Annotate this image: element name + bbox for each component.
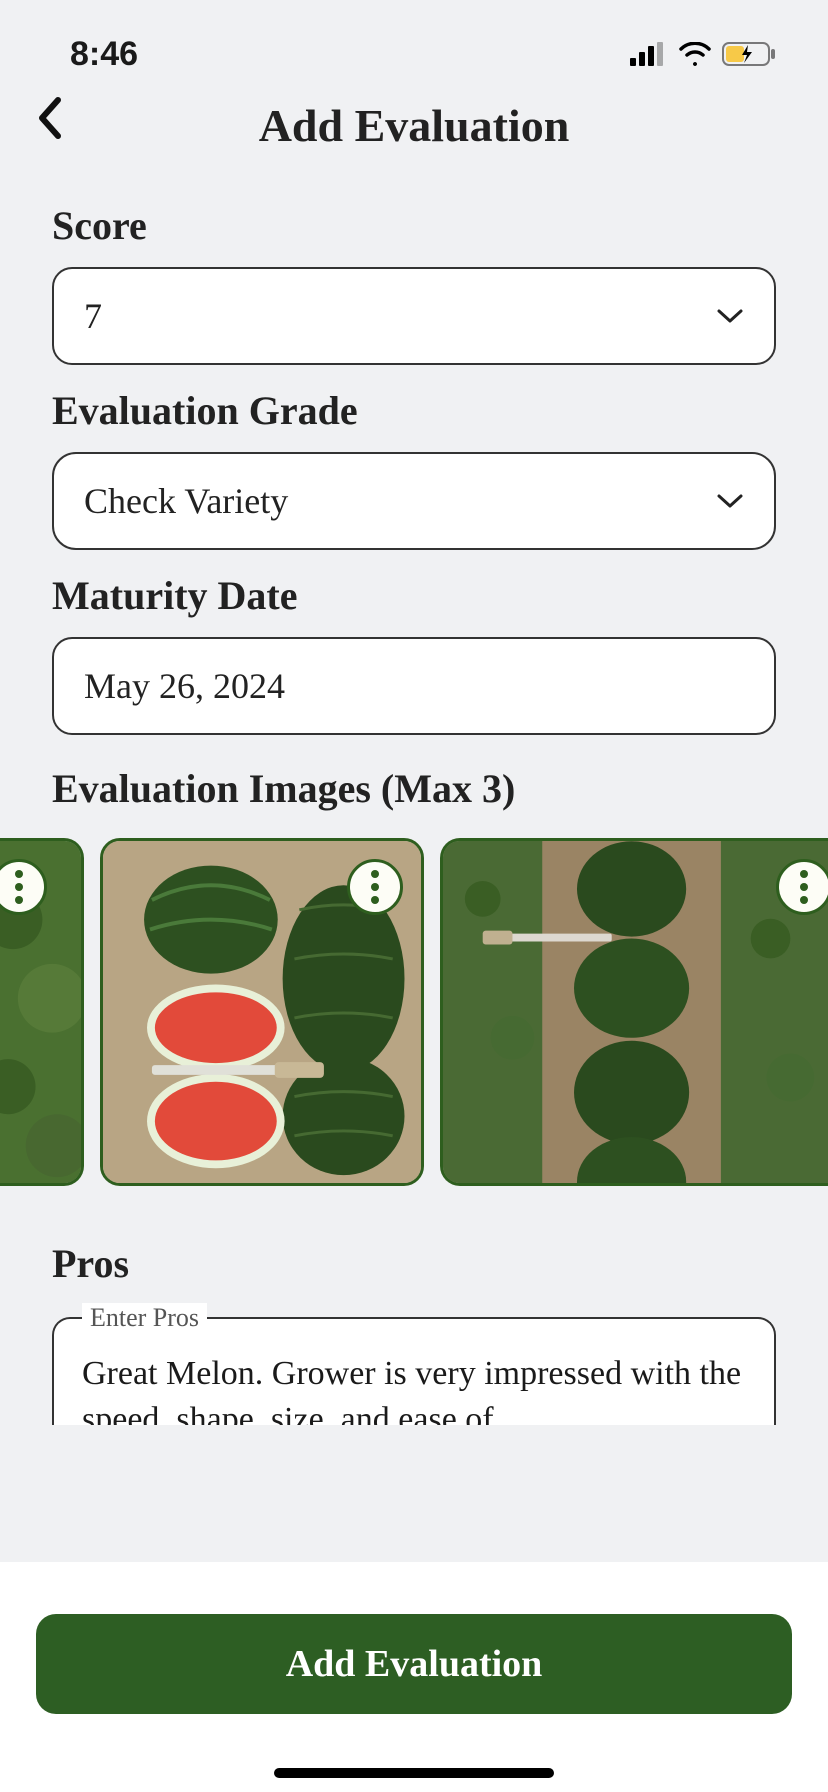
- bottom-bar: Add Evaluation: [0, 1562, 828, 1792]
- score-value: 7: [84, 295, 102, 337]
- status-bar: 8:46: [0, 0, 828, 90]
- maturity-date-input[interactable]: May 26, 2024: [52, 637, 776, 735]
- watermelon-row-thumbnail: [443, 841, 828, 1183]
- status-indicators: [630, 41, 778, 67]
- chevron-down-icon: [716, 492, 744, 510]
- pros-legend: Enter Pros: [82, 1303, 207, 1333]
- cellular-icon: [630, 42, 668, 66]
- battery-charging-icon: [722, 41, 778, 67]
- image-options-button[interactable]: [776, 859, 828, 915]
- grade-value: Check Variety: [84, 480, 288, 522]
- wifi-icon: [678, 42, 712, 66]
- page-title: Add Evaluation: [30, 99, 798, 152]
- image-strip[interactable]: [0, 838, 828, 1190]
- evaluation-image[interactable]: [0, 838, 84, 1186]
- pros-value: Great Melon. Grower is very impressed wi…: [82, 1351, 746, 1425]
- images-label: Evaluation Images (Max 3): [52, 765, 776, 812]
- pros-input[interactable]: Enter Pros Great Melon. Grower is very i…: [52, 1303, 776, 1425]
- grade-select[interactable]: Check Variety: [52, 452, 776, 550]
- add-evaluation-button[interactable]: Add Evaluation: [36, 1614, 792, 1714]
- grade-label: Evaluation Grade: [52, 387, 776, 434]
- image-options-button[interactable]: [347, 859, 403, 915]
- chevron-down-icon: [716, 307, 744, 325]
- header: Add Evaluation: [0, 90, 828, 180]
- score-select[interactable]: 7: [52, 267, 776, 365]
- status-time: 8:46: [70, 35, 138, 74]
- maturity-value: May 26, 2024: [84, 665, 285, 707]
- home-indicator[interactable]: [274, 1768, 554, 1778]
- score-label: Score: [52, 202, 776, 249]
- evaluation-image[interactable]: [440, 838, 828, 1186]
- pros-label: Pros: [52, 1240, 776, 1287]
- evaluation-image[interactable]: [100, 838, 424, 1186]
- chevron-left-icon: [36, 96, 66, 140]
- back-button[interactable]: [36, 96, 66, 145]
- maturity-label: Maturity Date: [52, 572, 776, 619]
